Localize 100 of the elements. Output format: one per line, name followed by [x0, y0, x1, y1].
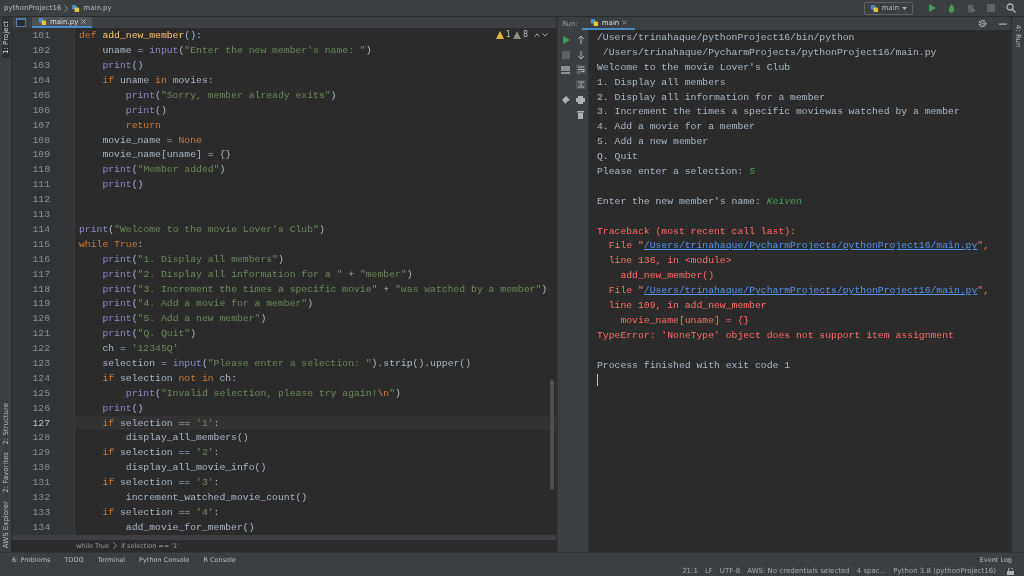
lock-icon[interactable] [1007, 567, 1014, 575]
code-line: print("4. Add a movie for a member") [101, 298, 314, 310]
code-line: ch = '12345Q' [101, 343, 179, 355]
code-line: def add_new_member(): [78, 30, 202, 42]
code-line: if selection == '1': [101, 417, 220, 429]
code-line: movie_name[uname] = {} [101, 149, 232, 161]
console-line: 3. Increment the times a specific moviewas watched by a member [597, 106, 960, 118]
console-line: add_new_member() [619, 270, 715, 282]
code-line: print("Member added") [101, 164, 226, 176]
layout-icon[interactable] [561, 65, 570, 74]
console-line: Q. Quit [597, 151, 638, 163]
close-icon[interactable] [622, 20, 628, 25]
trash-icon[interactable] [577, 110, 584, 119]
code-line: print("Invalid selection, please try again!\n") [124, 387, 401, 399]
python-file-icon [589, 18, 599, 27]
line-number: 109 [31, 148, 51, 163]
line-number: 101 [31, 29, 51, 44]
line-number: 104 [31, 74, 51, 88]
line-number: 127 [31, 416, 51, 431]
code-line: uname = input("Enter the new member's name: ") [101, 45, 372, 57]
line-number: 102 [31, 44, 51, 59]
console-line: 1. Display all members [597, 76, 726, 88]
line-number: 106 [31, 103, 51, 118]
soft-wrap-icon[interactable] [575, 65, 586, 74]
code-line: print() [101, 179, 144, 191]
project-view-icon[interactable] [16, 18, 26, 28]
line-number: 134 [31, 520, 51, 535]
console-line: 4. Add a movie for a member [597, 121, 755, 133]
console-line: line 136, in <module> [607, 255, 732, 267]
code-line: return [124, 119, 161, 131]
console-line: File "/Users/trinahaque/PycharmProjects/pythonProject16/main.py", [607, 285, 990, 297]
debug-icon[interactable] [947, 3, 956, 13]
rerun-icon[interactable] [561, 35, 570, 44]
python-file-icon [869, 3, 879, 13]
code-line: print("3. Increment the times a specific movie" + "was watched by a member") [101, 283, 548, 295]
search-icon[interactable] [1006, 3, 1016, 13]
code-line: add_movie_for_member() [124, 521, 255, 533]
console-line: /Users/trinahaque/pythonProject16/bin/python [597, 31, 855, 43]
line-number: 124 [31, 371, 51, 386]
down-arrow-icon[interactable] [576, 50, 585, 59]
line-number: 119 [31, 297, 51, 312]
console-line: /Users/trinahaque/PycharmProjects/pythonProject16/main.py [601, 46, 937, 58]
code-line: if uname in movies: [101, 75, 214, 87]
line-number: 113 [31, 208, 51, 222]
line-number: 122 [31, 342, 51, 356]
console-line: TypeError: 'NoneType' object does not support item assignment [597, 329, 954, 341]
warning-count: 1 [505, 30, 511, 40]
up-arrow-icon[interactable] [576, 35, 585, 44]
line-number: 105 [31, 88, 51, 103]
console-line: 5. Add a new member [597, 136, 709, 148]
line-number: 126 [31, 401, 51, 416]
scroll-to-end-icon[interactable] [575, 80, 586, 89]
console-line: Traceback (most recent call last): [597, 225, 796, 237]
code-line: print("Sorry, member already exits") [124, 89, 337, 101]
line-number: 129 [31, 446, 51, 461]
console-line: File "/Users/trinahaque/PycharmProjects/pythonProject16/main.py", [607, 240, 990, 252]
coverage-icon[interactable] [967, 3, 976, 13]
console-line: Welcome to the movie Lover's Club [597, 61, 791, 73]
scrollbar[interactable] [550, 380, 554, 491]
code-line: display_all_members() [124, 432, 249, 444]
line-number: 110 [31, 163, 51, 178]
line-number: 115 [31, 237, 51, 252]
print-icon[interactable] [576, 95, 585, 104]
console-line: line 109, in add_new_member [607, 299, 767, 311]
line-number: 131 [31, 476, 51, 491]
chevron-icon [64, 4, 69, 12]
line-number: 123 [31, 356, 51, 371]
chevron-icon [112, 542, 117, 550]
code-line: increment_watched_movie_count() [124, 491, 308, 503]
line-number: 108 [31, 133, 51, 148]
settings-icon[interactable] [978, 19, 987, 28]
code-line: if selection == '4': [101, 506, 220, 518]
code-line: print("5. Add a new member") [101, 313, 267, 325]
console-line: Process finished with exit code 1 [597, 359, 791, 371]
console-line: movie_name[uname] = {} [619, 314, 750, 326]
chevron-up-icon[interactable] [534, 32, 540, 37]
close-icon[interactable] [81, 19, 87, 25]
line-number: 132 [31, 490, 51, 505]
python-file-icon [38, 17, 47, 27]
code-line: if selection == '3': [101, 477, 220, 489]
code-line: display_all_movie_info() [124, 462, 267, 474]
chevron-down-icon[interactable] [542, 32, 548, 37]
code-line: print("Welcome to the movie Lover's Club") [78, 223, 325, 235]
line-number: 103 [31, 59, 51, 74]
code-line: print() [101, 402, 144, 414]
code-line: print() [124, 104, 167, 116]
line-number: 114 [31, 222, 51, 237]
code-line: while True: [78, 238, 144, 250]
line-number: 130 [31, 461, 51, 476]
code-line: print("1. Display all members") [101, 253, 284, 265]
line-number: 133 [31, 505, 51, 520]
console-line: Enter the new member's name: Keiven [597, 195, 802, 207]
line-number: 111 [31, 178, 51, 193]
line-number: 107 [31, 118, 51, 133]
code-line: movie_name = None [101, 134, 202, 146]
code-line: selection = input("Please enter a selection: ").strip().upper() [101, 357, 472, 369]
run-icon[interactable] [928, 4, 936, 12]
python-file-icon [71, 3, 81, 13]
line-number: 120 [31, 312, 51, 327]
text-cursor [597, 374, 598, 387]
